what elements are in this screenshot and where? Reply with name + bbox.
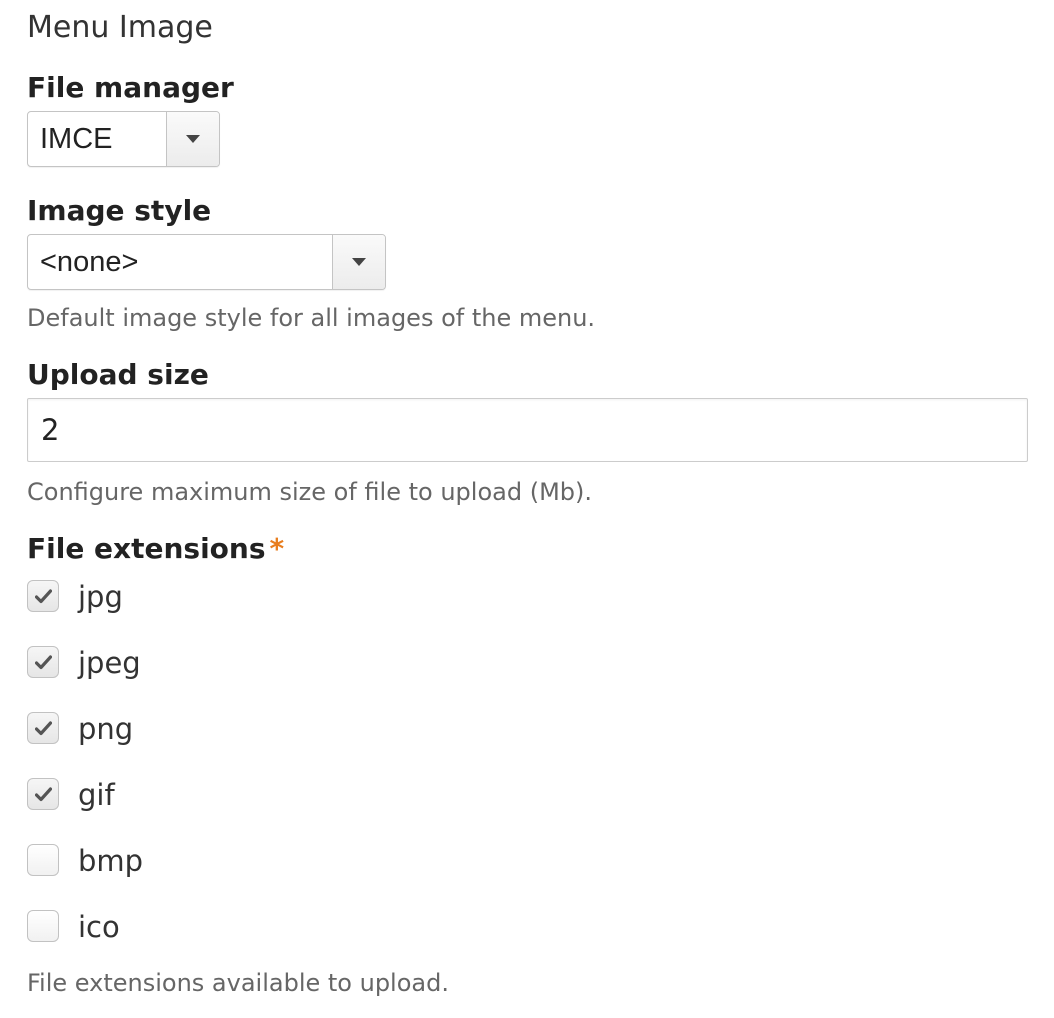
checkbox-bmp[interactable] — [27, 844, 59, 876]
checkbox-label[interactable]: bmp — [78, 843, 143, 879]
image-style-label: Image style — [27, 194, 212, 227]
required-marker: * — [269, 532, 285, 565]
chevron-down-icon — [352, 258, 366, 266]
checkbox-jpg[interactable] — [27, 580, 59, 612]
file-extensions-label-text: File extensions — [27, 532, 266, 565]
file-extensions-description: File extensions available to upload. — [27, 969, 449, 997]
file-manager-select[interactable]: IMCE — [27, 111, 220, 167]
checkbox-label[interactable]: ico — [78, 909, 120, 945]
checkmark-icon — [35, 655, 52, 670]
checkbox-label[interactable]: gif — [78, 777, 115, 813]
image-style-select[interactable]: <none> — [27, 234, 386, 290]
image-style-description: Default image style for all images of th… — [27, 304, 596, 332]
checkmark-icon — [35, 721, 52, 736]
checkmark-icon — [35, 787, 52, 802]
upload-size-description: Configure maximum size of file to upload… — [27, 478, 592, 506]
checkbox-jpeg[interactable] — [27, 646, 59, 678]
image-style-selected-value: <none> — [40, 246, 139, 278]
image-style-dropdown-button[interactable] — [332, 235, 385, 289]
checkmark-icon — [35, 589, 52, 604]
checkbox-label[interactable]: jpeg — [78, 645, 141, 681]
section-title: Menu Image — [27, 10, 213, 45]
upload-size-input[interactable] — [27, 398, 1028, 462]
file-extensions-label: File extensions * — [27, 531, 284, 567]
checkbox-ico[interactable] — [27, 910, 59, 942]
checkbox-label[interactable]: jpg — [78, 579, 123, 615]
file-manager-dropdown-button[interactable] — [166, 112, 219, 166]
checkbox-png[interactable] — [27, 712, 59, 744]
file-manager-selected-value: IMCE — [40, 123, 113, 155]
checkbox-label[interactable]: png — [78, 711, 133, 747]
file-manager-label: File manager — [27, 71, 234, 104]
checkbox-gif[interactable] — [27, 778, 59, 810]
upload-size-label: Upload size — [27, 358, 209, 391]
chevron-down-icon — [186, 135, 200, 143]
